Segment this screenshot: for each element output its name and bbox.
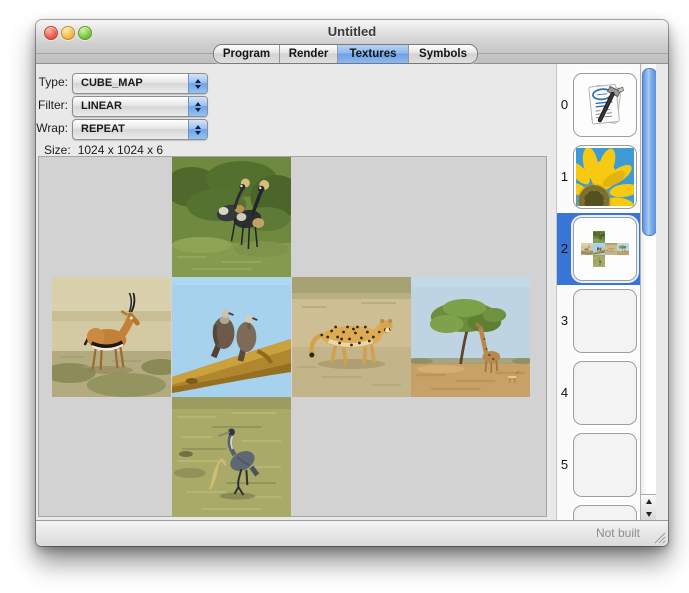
tab-program[interactable]: Program: [214, 45, 280, 63]
slot-number: 2: [557, 213, 572, 285]
tab-symbols[interactable]: Symbols: [409, 45, 477, 63]
slot-number: 1: [557, 141, 572, 213]
slot-thumbnail-empty: [573, 505, 637, 521]
slot-number: 5: [557, 429, 572, 501]
cubemap-face-top-crane-image: [172, 157, 291, 277]
slot-number: [557, 501, 572, 521]
title-bar[interactable]: Untitled: [36, 20, 668, 42]
status-bar: Not built: [36, 520, 668, 546]
filter-label: Filter:: [36, 96, 68, 115]
cubemap-preview-panel: [38, 156, 547, 517]
texture-slot-sidebar: 0 1 2: [556, 64, 656, 521]
size-readout: Size: 1024 x 1024 x 6: [44, 143, 163, 157]
popup-stepper-icon: [188, 74, 207, 93]
texture-slot-row-6-partial[interactable]: [557, 501, 641, 521]
slot-number: 3: [557, 285, 572, 357]
cubemap-face-back-giraffe-image: [411, 277, 530, 397]
slot-thumbnail-empty: [573, 361, 637, 425]
filter-popup-value: LINEAR: [73, 97, 188, 116]
slot-thumbnail-empty: [573, 433, 637, 497]
texture-slot-row-4[interactable]: 4: [557, 357, 641, 429]
size-label: Size:: [44, 143, 71, 157]
texture-slot-list: 0 1 2: [556, 64, 640, 521]
cubemap-face-bottom-heron-image: [172, 397, 291, 517]
texture-slot-row-2-selected[interactable]: 2: [557, 213, 641, 285]
cubemap-face-left-gazelle-image: [52, 277, 171, 397]
build-status-text: Not built: [596, 526, 640, 540]
type-label: Type:: [36, 73, 68, 92]
type-popup[interactable]: CUBE_MAP: [72, 73, 208, 94]
textures-pane: Type: CUBE_MAP Filter: LINEAR Wrap: REPE…: [36, 64, 668, 521]
slot-thumbnail-cubemap-cross-image: [573, 217, 637, 281]
resize-grip-icon[interactable]: [654, 532, 666, 544]
texture-slot-row-0[interactable]: 0: [557, 69, 641, 141]
slot-number: 4: [557, 357, 572, 429]
desktop-background: Untitled Program Render Textures Symbols…: [0, 0, 689, 593]
filter-popup[interactable]: LINEAR: [72, 96, 208, 117]
popup-stepper-icon: [188, 120, 207, 139]
texture-slot-row-1[interactable]: 1: [557, 141, 641, 213]
slot-number: 0: [557, 69, 572, 141]
texture-slot-row-3[interactable]: 3: [557, 285, 641, 357]
slot-thumbnail-empty: [573, 289, 637, 353]
cubemap-face-front-vultures-image: [172, 277, 291, 397]
slot-thumbnail-shader-builder-document-icon: [573, 73, 637, 137]
scrollbar-buttons: [641, 494, 656, 521]
cubemap-face-right-cheetah-image: [292, 277, 411, 397]
scroll-up-arrow-icon[interactable]: [641, 495, 656, 508]
wrap-label: Wrap:: [36, 119, 68, 138]
window-title: Untitled: [36, 24, 668, 39]
type-popup-value: CUBE_MAP: [73, 74, 188, 93]
window-header: Untitled Program Render Textures Symbols: [36, 20, 668, 64]
slot-list-scrollbar[interactable]: [640, 64, 656, 521]
scrollbar-thumb[interactable]: [642, 68, 656, 236]
tab-render[interactable]: Render: [280, 45, 338, 63]
tab-bar: Program Render Textures Symbols: [213, 44, 478, 64]
tab-textures[interactable]: Textures: [338, 45, 409, 63]
wrap-popup[interactable]: REPEAT: [72, 119, 208, 140]
wrap-popup-value: REPEAT: [73, 120, 188, 139]
size-value: 1024 x 1024 x 6: [78, 143, 163, 157]
popup-stepper-icon: [188, 97, 207, 116]
texture-slot-row-5[interactable]: 5: [557, 429, 641, 501]
slot-thumbnail-sunflower-image: [573, 145, 637, 209]
app-window: Untitled Program Render Textures Symbols…: [36, 20, 668, 546]
